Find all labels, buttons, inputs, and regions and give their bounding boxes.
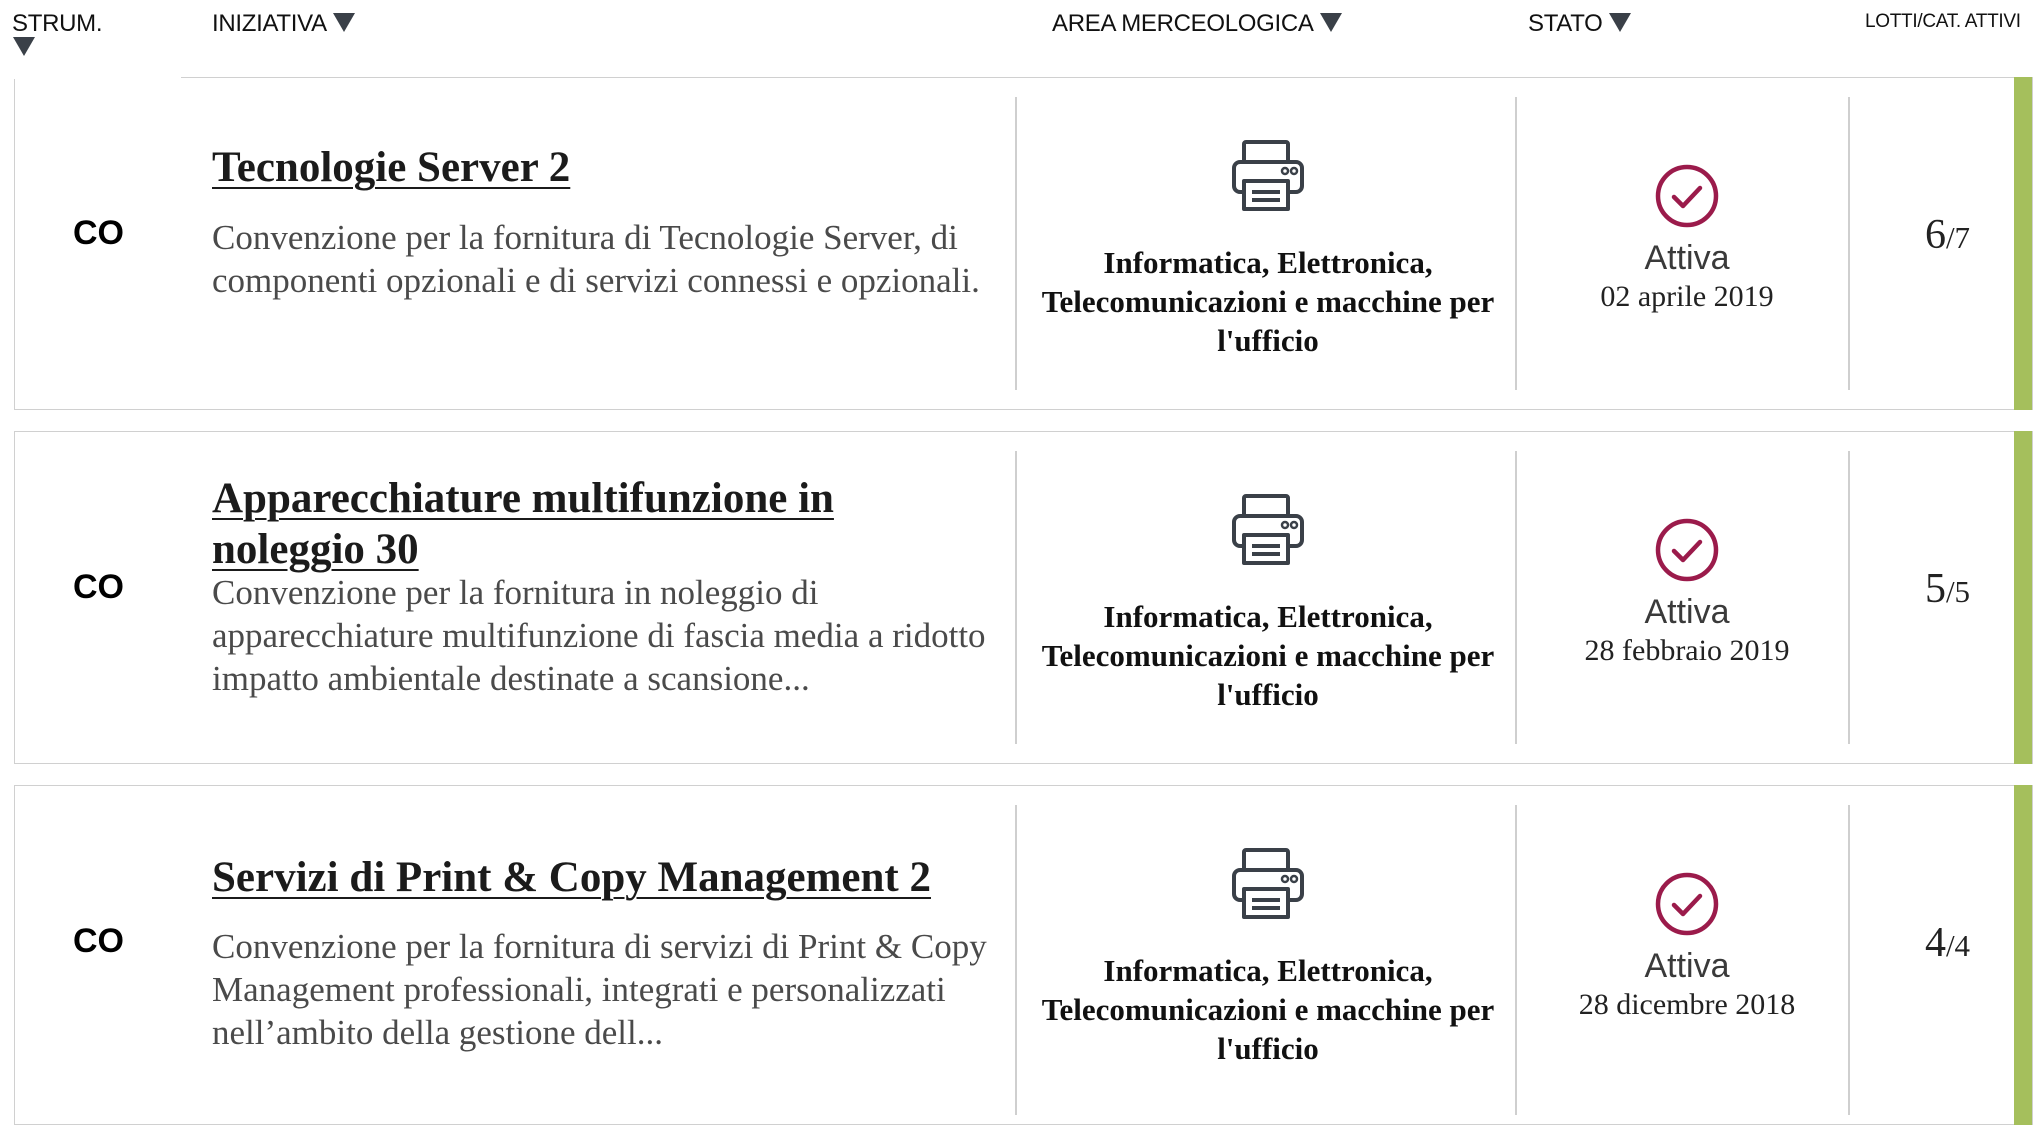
printer-icon <box>1232 494 1304 565</box>
column-header-iniziativa[interactable]: INIZIATIVA <box>212 10 355 38</box>
lotti-active: 4 <box>1924 920 1946 966</box>
status-cell: Attiva 02 aprile 2019 <box>1520 163 1854 315</box>
status-cell: Attiva 28 dicembre 2018 <box>1520 871 1854 1023</box>
area-merceologica: Informatica, Elettronica, Telecomunicazi… <box>1018 845 1518 1068</box>
caret-down-icon[interactable] <box>1608 13 1631 33</box>
column-divider <box>1848 97 1850 390</box>
lotti-total: /5 <box>1945 574 1971 609</box>
column-divider <box>1015 451 1017 744</box>
lotti-total: /4 <box>1945 928 1971 963</box>
area-label: Informatica, Elettronica, Telecomunicazi… <box>1041 599 1495 712</box>
column-divider <box>1015 805 1017 1115</box>
initiative-description: Convenzione per la fornitura di Tecnolog… <box>212 218 980 300</box>
check-circle-icon <box>1655 872 1719 936</box>
initiative-title-link[interactable]: Apparecchiature multifunzione in noleggi… <box>212 473 992 575</box>
status-date: 28 dicembre 2018 <box>1578 988 1796 1021</box>
column-divider <box>1848 451 1850 744</box>
status-label: Attiva <box>1644 593 1730 631</box>
caret-down-icon[interactable] <box>332 13 355 33</box>
printer-icon <box>1232 848 1304 919</box>
caret-down-icon[interactable] <box>13 37 35 56</box>
initiative-title-link[interactable]: Servizi di Print & Copy Management 2 <box>212 852 992 903</box>
column-header-strumento-label: STRUM. <box>12 10 103 37</box>
area-merceologica: Informatica, Elettronica, Telecomunicazi… <box>1018 491 1518 714</box>
lotti-count: 4/4 <box>1855 919 2033 967</box>
column-divider <box>1015 97 1017 390</box>
lotti-count: 6/7 <box>1855 211 2033 259</box>
lotti-count: 5/5 <box>1855 565 2033 613</box>
status-label: Attiva <box>1644 239 1730 277</box>
lotti-active: 5 <box>1924 566 1946 612</box>
column-divider <box>1515 805 1517 1115</box>
area-label: Informatica, Elettronica, Telecomunicazi… <box>1041 245 1495 358</box>
printer-icon <box>1232 140 1304 211</box>
caret-down-icon[interactable] <box>1319 13 1342 33</box>
row-accent-bar <box>2014 785 2032 1125</box>
column-header-stato-label: STATO <box>1528 10 1603 37</box>
row-top-edge <box>13 76 181 79</box>
column-header-lotti: LOTTI/CAT. ATTIVI <box>1865 11 2021 33</box>
status-date: 02 aprile 2019 <box>1600 280 1774 313</box>
column-header-stato[interactable]: STATO <box>1528 10 1631 38</box>
strumento-code: CO <box>73 922 124 960</box>
area-label: Informatica, Elettronica, Telecomunicazi… <box>1041 953 1495 1066</box>
column-divider <box>1515 451 1517 744</box>
column-header-iniziativa-label: INIZIATIVA <box>212 10 327 37</box>
column-divider <box>1848 805 1850 1115</box>
initiative-description: Convenzione per la fornitura in noleggio… <box>212 573 986 698</box>
initiative-row[interactable]: CO Servizi di Print & Copy Management 2 … <box>14 785 2033 1125</box>
lotti-active: 6 <box>1924 212 1946 258</box>
status-label: Attiva <box>1644 947 1730 985</box>
status-cell: Attiva 28 febbraio 2019 <box>1520 517 1854 669</box>
column-header-strumento[interactable]: STRUM. <box>12 10 162 56</box>
column-header-area-label: AREA MERCEOLOGICA <box>1052 10 1314 37</box>
status-date: 28 febbraio 2019 <box>1584 634 1790 667</box>
lotti-total: /7 <box>1945 220 1971 255</box>
column-header-area[interactable]: AREA MERCEOLOGICA <box>1052 10 1342 38</box>
row-accent-bar <box>2014 77 2032 410</box>
check-circle-icon <box>1655 518 1719 582</box>
row-accent-bar <box>2014 431 2032 764</box>
column-header-lotti-label: LOTTI/CAT. ATTIVI <box>1865 11 2021 32</box>
check-circle-icon <box>1655 164 1719 228</box>
strumento-code: CO <box>73 214 124 252</box>
initiative-row[interactable]: CO Apparecchiature multifunzione in nole… <box>14 431 2033 764</box>
area-merceologica: Informatica, Elettronica, Telecomunicazi… <box>1018 137 1518 360</box>
initiative-row[interactable]: CO Tecnologie Server 2 Convenzione per l… <box>13 76 2033 410</box>
initiative-description: Convenzione per la fornitura di servizi … <box>212 927 987 1052</box>
initiative-title-link[interactable]: Tecnologie Server 2 <box>212 142 992 193</box>
column-divider <box>1515 97 1517 390</box>
strumento-code: CO <box>73 568 124 606</box>
